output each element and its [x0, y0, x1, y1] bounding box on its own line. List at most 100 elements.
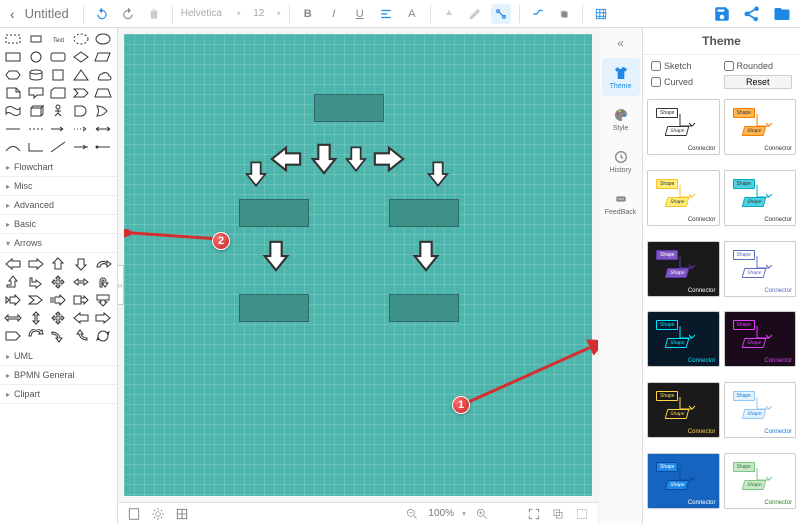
shape-diamond[interactable]	[71, 49, 91, 65]
shape-elbow[interactable]	[26, 139, 46, 155]
drawing-canvas[interactable]: ‹‹ 2	[124, 34, 592, 496]
shape-cylinder[interactable]	[26, 67, 46, 83]
underline-button[interactable]: U	[350, 4, 370, 24]
arrow-chevron-r[interactable]	[26, 292, 46, 308]
curved-checkbox[interactable]: Curved	[651, 77, 720, 87]
panel-collapse-button[interactable]: «	[617, 36, 624, 50]
shape-diag[interactable]	[48, 139, 68, 155]
text-color-button[interactable]: A	[402, 4, 422, 24]
arrow-left[interactable]	[3, 256, 23, 272]
font-size-select[interactable]	[247, 8, 271, 19]
flowchart-node[interactable]	[389, 294, 459, 322]
category-bpmn[interactable]: ▸BPMN General	[0, 366, 117, 385]
brightness-button[interactable]	[150, 506, 166, 522]
sketch-checkbox[interactable]: Sketch	[651, 61, 720, 71]
shape-note[interactable]	[3, 85, 23, 101]
category-arrows[interactable]: ▾Arrows	[0, 234, 117, 253]
tab-theme[interactable]: Theme	[602, 58, 640, 96]
document-title[interactable]: Untitled	[25, 6, 69, 21]
arrow-striped-r[interactable]	[48, 292, 68, 308]
shape-square[interactable]	[48, 67, 68, 83]
block-arrow-left[interactable]	[269, 142, 303, 176]
flowchart-node[interactable]	[239, 199, 309, 227]
block-arrow-right[interactable]	[372, 142, 406, 176]
arrow-curved-right[interactable]	[93, 256, 113, 272]
undo-button[interactable]	[92, 4, 112, 24]
category-clipart[interactable]: ▸Clipart	[0, 385, 117, 404]
arrow-bent-up[interactable]	[3, 274, 23, 290]
block-arrow-down[interactable]	[409, 239, 443, 273]
category-flowchart[interactable]: ▸Flowchart	[0, 158, 117, 177]
rounded-checkbox[interactable]: Rounded	[724, 61, 793, 71]
theme-swatch-1[interactable]: ShapeShapeConnector	[724, 99, 797, 155]
shape-trapezoid[interactable]	[93, 85, 113, 101]
shape-dashed-line[interactable]	[26, 121, 46, 137]
category-advanced[interactable]: ▸Advanced	[0, 196, 117, 215]
arrow-circular[interactable]	[26, 328, 46, 344]
share-button[interactable]	[740, 2, 764, 26]
theme-swatch-9[interactable]: ShapeShapeConnector	[724, 382, 797, 438]
shape-cloud[interactable]	[93, 67, 113, 83]
arrow-pentagon[interactable]	[3, 328, 23, 344]
shape-dotted-arrow[interactable]	[71, 121, 91, 137]
arrow-left2[interactable]	[71, 310, 91, 326]
outline-button[interactable]	[574, 506, 590, 522]
arrow-leftright[interactable]	[71, 274, 91, 290]
arrow-double-h[interactable]	[3, 310, 23, 326]
waypoints-button[interactable]	[528, 4, 548, 24]
shape-rounded[interactable]	[48, 49, 68, 65]
shadow-button[interactable]	[554, 4, 574, 24]
layers-button[interactable]	[550, 506, 566, 522]
arrow-callout-d[interactable]	[93, 292, 113, 308]
sidebar-collapse-handle[interactable]: ‹‹	[118, 265, 124, 305]
tab-style[interactable]: Style	[602, 100, 640, 138]
zoom-level[interactable]: 100%	[428, 508, 454, 519]
category-uml[interactable]: ▸UML	[0, 347, 117, 366]
arrow-refresh[interactable]	[93, 328, 113, 344]
shape-step[interactable]	[71, 85, 91, 101]
block-arrow-down[interactable]	[242, 159, 270, 189]
shape-arrow-line[interactable]	[48, 121, 68, 137]
arrow-uturn[interactable]	[93, 274, 113, 290]
theme-swatch-11[interactable]: ShapeShapeConnector	[724, 453, 797, 509]
reset-button[interactable]: Reset	[724, 75, 793, 89]
shape-hexagon[interactable]	[3, 67, 23, 83]
redo-button[interactable]	[118, 4, 138, 24]
shape-rect-dashed[interactable]	[3, 31, 23, 47]
align-button[interactable]	[376, 4, 396, 24]
block-arrow-down[interactable]	[424, 159, 452, 189]
arrow-up[interactable]	[48, 256, 68, 272]
shape-tape[interactable]	[3, 103, 23, 119]
shape-parallelogram[interactable]	[93, 49, 113, 65]
theme-swatch-8[interactable]: ShapeShapeConnector	[647, 382, 720, 438]
theme-swatch-4[interactable]: ShapeShapeConnector	[647, 241, 720, 297]
arrow-double-v[interactable]	[26, 310, 46, 326]
arrow-right[interactable]	[26, 256, 46, 272]
zoom-out-button[interactable]	[404, 506, 420, 522]
line-color-button[interactable]	[465, 4, 485, 24]
category-misc[interactable]: ▸Misc	[0, 177, 117, 196]
arrow-bent-right[interactable]	[26, 274, 46, 290]
block-arrow-down[interactable]	[307, 142, 341, 176]
shape-triangle[interactable]	[71, 67, 91, 83]
shape-line[interactable]	[3, 121, 23, 137]
shape-ellipse[interactable]	[93, 31, 113, 47]
shape-callout-tri[interactable]	[26, 85, 46, 101]
arrow-cross[interactable]	[48, 310, 68, 326]
shape-circle[interactable]	[26, 49, 46, 65]
folder-button[interactable]	[770, 2, 794, 26]
tab-feedback[interactable]: FeedBack	[602, 184, 640, 222]
font-select[interactable]	[181, 8, 231, 19]
theme-swatch-10[interactable]: ShapeShapeConnector	[647, 453, 720, 509]
arrow-callout-r[interactable]	[71, 292, 91, 308]
arrow-quad[interactable]	[48, 274, 68, 290]
grid-button[interactable]	[174, 506, 190, 522]
theme-swatch-3[interactable]: ShapeShapeConnector	[724, 170, 797, 226]
theme-swatch-7[interactable]: ShapeShapeConnector	[724, 311, 797, 367]
shape-rect[interactable]	[3, 49, 23, 65]
shape-actor[interactable]	[48, 103, 68, 119]
shape-bidir-line[interactable]	[93, 121, 113, 137]
delete-button[interactable]	[144, 4, 164, 24]
shape-ellipse-dashed[interactable]	[71, 31, 91, 47]
theme-swatch-0[interactable]: ShapeShapeConnector	[647, 99, 720, 155]
